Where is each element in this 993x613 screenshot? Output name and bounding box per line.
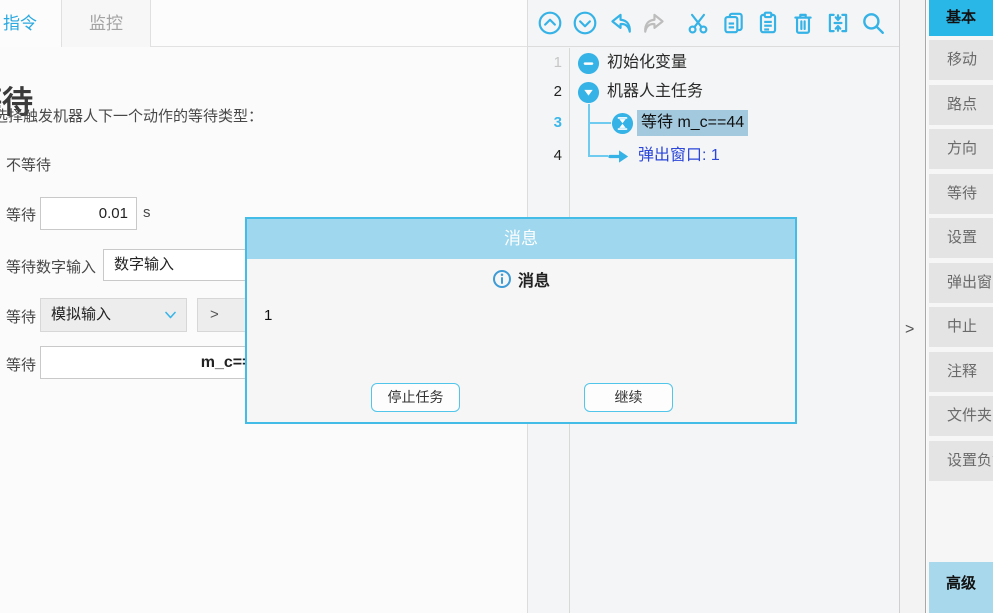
- redo-icon[interactable]: [642, 10, 668, 36]
- wait-digital-label: 等待数字输入: [6, 256, 96, 277]
- move-down-icon[interactable]: [572, 10, 598, 36]
- sidebar-footer-advanced[interactable]: 高级: [929, 562, 993, 613]
- info-icon: [492, 269, 512, 289]
- tree-line-number: 1: [528, 53, 562, 73]
- sidebar-item-comment[interactable]: 注释: [929, 352, 993, 392]
- popup-arrow-icon: [608, 145, 631, 168]
- init-variables-icon: [577, 52, 600, 75]
- sidebar-item-direction[interactable]: 方向: [929, 129, 993, 169]
- wait-expression-label: 等待: [6, 354, 36, 375]
- search-icon[interactable]: [860, 10, 886, 36]
- left-tabbar: 指令 监控: [0, 0, 527, 47]
- sidebar-header-basic[interactable]: 基本: [929, 0, 993, 36]
- sidebar-item-waypoint[interactable]: 路点: [929, 85, 993, 125]
- delete-icon[interactable]: [790, 10, 816, 36]
- collapse-icon[interactable]: [825, 10, 851, 36]
- cut-icon[interactable]: [685, 10, 711, 36]
- sidebar-item-set[interactable]: 设置: [929, 218, 993, 258]
- copy-icon[interactable]: [720, 10, 746, 36]
- message-dialog: 消息 消息 1 停止任务 继续: [245, 217, 797, 424]
- wait-type-subtitle: 选择触发机器人下一个动作的等待类型：: [0, 105, 263, 126]
- sidebar-item-folder[interactable]: 文件夹: [929, 396, 993, 436]
- dialog-titlebar: 消息: [247, 219, 795, 259]
- sidebar-item-wait[interactable]: 等待: [929, 174, 993, 214]
- tree-connector-vertical: [588, 104, 590, 157]
- chevron-down-icon: [165, 311, 176, 319]
- tree-row-wait-selected[interactable]: 等待 m_c==44: [637, 110, 748, 136]
- instruction-sidebar: 基本 移动 路点 方向 等待 设置 弹出窗口 中止 注释 文件夹 设置负载 高级: [927, 0, 993, 613]
- wait-analog-select[interactable]: 模拟输入: [40, 298, 187, 332]
- dialog-message-text: 1: [264, 307, 272, 324]
- tree-line-number: 2: [528, 82, 562, 102]
- undo-icon[interactable]: [607, 10, 633, 36]
- tree-connector-row3: [588, 122, 611, 124]
- tree-line-number: 3: [528, 113, 562, 133]
- wait-time-label: 等待: [6, 204, 36, 225]
- dialog-heading-row: 消息: [247, 267, 795, 291]
- tab-instruction[interactable]: 指令: [0, 0, 62, 47]
- tree-row-main-task[interactable]: 机器人主任务: [607, 79, 703, 105]
- wait-time-input[interactable]: 0.01: [40, 197, 137, 230]
- wait-analog-value: 模拟输入: [51, 306, 111, 323]
- continue-button[interactable]: 继续: [584, 383, 673, 412]
- expand-node-icon[interactable]: [577, 81, 600, 104]
- option-no-wait[interactable]: 不等待: [6, 154, 51, 175]
- wait-time-unit: s: [143, 204, 151, 221]
- sidebar-item-set-payload[interactable]: 设置负载: [929, 441, 993, 481]
- wait-analog-label: 等待: [6, 306, 36, 327]
- tree-line-number: 4: [528, 146, 562, 166]
- panel-resize-strip: >: [900, 0, 926, 613]
- program-toolbar: [528, 0, 899, 47]
- wait-hourglass-icon: [611, 112, 634, 135]
- tree-connector-row4: [588, 155, 608, 157]
- collapse-panel-handle[interactable]: >: [905, 321, 914, 339]
- sidebar-item-popup[interactable]: 弹出窗口: [929, 263, 993, 303]
- sidebar-item-move[interactable]: 移动: [929, 40, 993, 80]
- tree-row-popup[interactable]: 弹出窗口: 1: [638, 143, 720, 169]
- paste-icon[interactable]: [755, 10, 781, 36]
- stop-task-button[interactable]: 停止任务: [371, 383, 460, 412]
- tree-row-init-variables[interactable]: 初始化变量: [607, 50, 687, 76]
- sidebar-item-abort[interactable]: 中止: [929, 307, 993, 347]
- tab-monitor[interactable]: 监控: [62, 0, 151, 47]
- robot-teach-pendant-app: 指令 监控 等待 选择触发机器人下一个动作的等待类型： 不等待 等待 0.01 …: [0, 0, 993, 613]
- move-up-icon[interactable]: [537, 10, 563, 36]
- dialog-heading-text: 消息: [518, 267, 550, 291]
